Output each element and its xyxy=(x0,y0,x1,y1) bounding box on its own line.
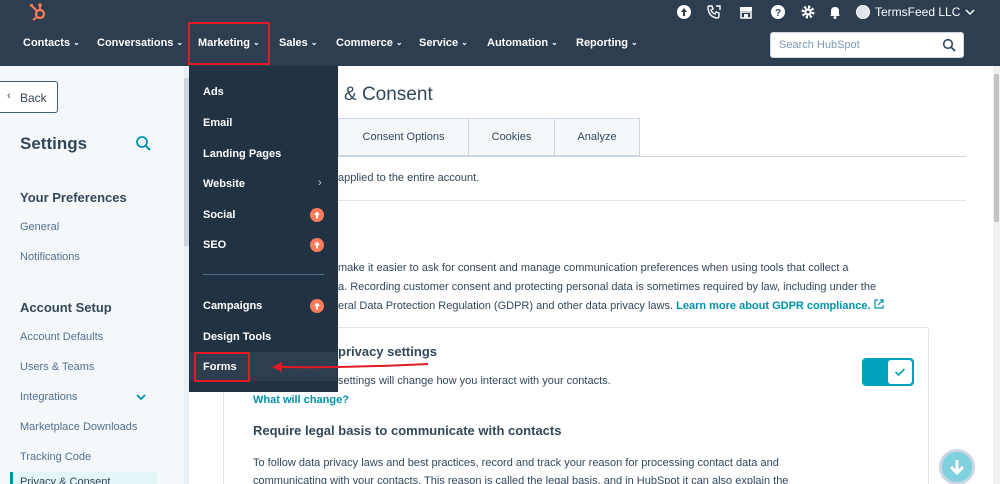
sidebar-title: Settings xyxy=(20,134,88,153)
account-menu[interactable]: TermsFeed LLC xyxy=(856,3,975,21)
chevron-down-icon: ⌄ xyxy=(176,38,184,47)
sidebar-item-tracking-code[interactable]: Tracking Code xyxy=(20,451,91,463)
help-icon[interactable]: ? xyxy=(770,4,786,20)
chevron-down-icon: ⌄ xyxy=(395,38,403,47)
nav-contacts[interactable]: Contacts ⌄ xyxy=(23,37,80,49)
upgrade-icon[interactable] xyxy=(676,4,692,20)
sidebar-item-general[interactable]: General xyxy=(20,221,59,233)
chevron-down-icon[interactable] xyxy=(135,391,147,403)
nav-reporting[interactable]: Reporting ⌄ xyxy=(576,37,638,49)
chevron-down-icon: ⌄ xyxy=(630,38,638,47)
chevron-down-icon: ⌄ xyxy=(461,38,468,47)
tab-consent-options[interactable]: Consent Options xyxy=(338,118,469,156)
page-title: & Consent xyxy=(344,84,433,105)
top-utility-bar: ? TermsFeed LLC xyxy=(0,0,1000,24)
intro-line-with-link: eral Data Protection Regulation (GDPR) a… xyxy=(338,297,938,316)
upgrade-badge-icon xyxy=(310,238,324,252)
tab-analyze[interactable]: Analyze xyxy=(555,118,640,156)
tab-cookies[interactable]: Cookies xyxy=(469,118,555,156)
marketing-dropdown-menu xyxy=(189,66,338,392)
external-link-icon xyxy=(873,299,884,309)
toggle-knob xyxy=(888,360,912,384)
hubspot-logo[interactable] xyxy=(28,2,48,22)
what-will-change-link[interactable]: What will change? xyxy=(253,394,349,406)
account-name: TermsFeed LLC xyxy=(875,5,961,19)
sidebar-item-notifications[interactable]: Notifications xyxy=(20,251,80,263)
legal-basis-line: communicating with your contacts. This r… xyxy=(253,475,789,484)
chevron-down-icon: ⌄ xyxy=(73,38,80,47)
menu-divider xyxy=(203,274,324,275)
legal-basis-heading: Require legal basis to communicate with … xyxy=(253,423,562,438)
nav-automation[interactable]: Automation ⌄ xyxy=(487,37,558,49)
menu-item-landing-pages[interactable]: Landing Pages xyxy=(203,148,281,160)
marketing-highlight-box xyxy=(188,22,270,65)
tab-bar: Consent Options Cookies Analyze xyxy=(338,118,640,156)
tabs-divider xyxy=(338,156,966,157)
intro-line: make it easier to ask for consent and ma… xyxy=(338,262,849,274)
marketplace-icon[interactable] xyxy=(738,4,754,20)
back-label: Back xyxy=(20,91,47,105)
arrow-down-icon xyxy=(949,460,965,476)
account-scope-text: applied to the entire account. xyxy=(338,172,480,184)
avatar xyxy=(856,5,870,19)
annotation-arrow xyxy=(272,362,429,372)
notifications-icon[interactable] xyxy=(827,4,843,20)
search-input[interactable]: Search HubSpot xyxy=(770,32,964,58)
sidebar-item-marketplace-downloads[interactable]: Marketplace Downloads xyxy=(20,421,137,433)
sidebar-heading-account-setup: Account Setup xyxy=(20,300,112,315)
card-title: privacy settings xyxy=(338,344,437,359)
calling-icon[interactable] xyxy=(706,4,722,20)
sidebar-item-integrations[interactable]: Integrations xyxy=(20,391,77,403)
search-icon[interactable] xyxy=(135,135,151,151)
search-icon[interactable] xyxy=(942,38,956,52)
upgrade-badge-icon xyxy=(310,299,324,313)
menu-item-social[interactable]: Social xyxy=(203,209,235,221)
menu-item-seo[interactable]: SEO xyxy=(203,239,226,251)
intro-paragraph: make it easier to ask for consent and ma… xyxy=(338,259,938,316)
legal-basis-line: To follow data privacy laws and best pra… xyxy=(253,457,779,469)
nav-service[interactable]: Service ⌄ xyxy=(419,37,468,49)
menu-item-campaigns[interactable]: Campaigns xyxy=(203,300,262,312)
card-description: settings will change how you interact wi… xyxy=(338,375,611,387)
chevron-down-icon xyxy=(965,9,975,16)
gdpr-learn-more-link[interactable]: Learn more about GDPR compliance. xyxy=(676,300,870,312)
sidebar-item-label: Privacy & Consent xyxy=(20,476,111,484)
menu-item-design-tools[interactable]: Design Tools xyxy=(203,331,271,343)
menu-item-website[interactable]: Website xyxy=(203,178,245,190)
chevron-right-icon: › xyxy=(318,177,322,189)
chevron-down-icon: ⌄ xyxy=(551,38,558,47)
sidebar-item-account-defaults[interactable]: Account Defaults xyxy=(20,331,103,343)
scroll-down-button[interactable] xyxy=(939,449,975,484)
legal-basis-text: To follow data privacy laws and best pra… xyxy=(253,454,893,484)
nav-sales[interactable]: Sales ⌄ xyxy=(279,37,317,49)
search-placeholder: Search HubSpot xyxy=(779,39,860,51)
forms-highlight-box xyxy=(194,352,250,382)
back-button[interactable]: ‹ Back xyxy=(0,81,58,113)
menu-item-ads[interactable]: Ads xyxy=(203,86,224,98)
sidebar-heading-preferences: Your Preferences xyxy=(20,190,127,205)
nav-conversations[interactable]: Conversations ⌄ xyxy=(97,37,183,49)
page-scrollbar-thumb[interactable] xyxy=(994,74,999,222)
sidebar-item-users-teams[interactable]: Users & Teams xyxy=(20,361,94,373)
upgrade-badge-icon xyxy=(310,208,324,222)
privacy-settings-toggle[interactable] xyxy=(862,358,914,386)
settings-icon[interactable] xyxy=(800,4,816,20)
chevron-down-icon: ⌄ xyxy=(310,38,318,47)
chevron-left-icon: ‹ xyxy=(7,90,11,102)
checkmark-icon xyxy=(894,368,906,377)
intro-line-text: eral Data Protection Regulation (GDPR) a… xyxy=(338,300,674,312)
section-divider xyxy=(338,200,966,201)
menu-item-email[interactable]: Email xyxy=(203,117,232,129)
svg-text:?: ? xyxy=(775,8,781,19)
nav-commerce[interactable]: Commerce ⌄ xyxy=(336,37,403,49)
intro-line: a. Recording customer consent and protec… xyxy=(338,281,877,293)
